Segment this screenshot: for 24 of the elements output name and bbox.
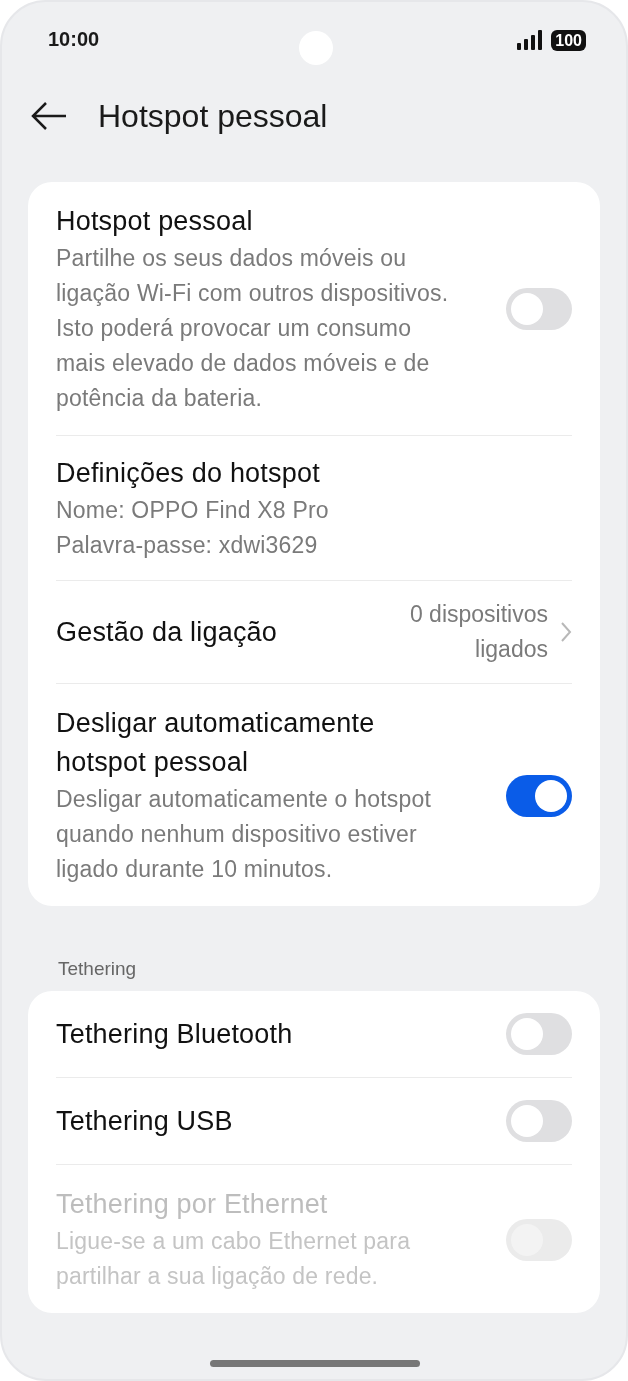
setting-title[interactable]: Gestão da ligação <box>56 612 358 652</box>
page-title: Hotspot pessoal <box>98 97 328 135</box>
setting-description: Desligar automaticamente o hotspot quando nenhum dispositivo estiver ligado durante 10 minutos. <box>56 785 432 884</box>
setting-value: 0 dispositivos ligados <box>408 600 548 664</box>
setting-description: Ligue-se a um cabo Ethernet para partilhar a sua ligação de rede. <box>56 1227 412 1291</box>
setting-title: Desligar automaticamente hotspot pessoal <box>56 707 376 779</box>
toggle-switch[interactable] <box>506 1013 572 1055</box>
toggle-switch[interactable] <box>506 774 572 817</box>
setting-title: Tethering Bluetooth <box>56 1017 294 1051</box>
setting-title: Tethering por Ethernet <box>56 1188 329 1221</box>
chevron-right-icon <box>560 621 572 643</box>
section-label: Tethering <box>57 956 138 981</box>
setting-detail: Nome: OPPO Find X8 Pro <box>56 496 330 525</box>
back-arrow-icon[interactable] <box>30 101 68 131</box>
setting-detail: Palavra-passe: xdwi3629 <box>56 531 319 560</box>
toggle-switch[interactable] <box>506 1100 572 1142</box>
status-time: 10:00 <box>48 27 100 51</box>
setting-title[interactable]: Definições do hotspot <box>56 454 461 493</box>
signal-icon <box>517 30 544 50</box>
toggle-switch[interactable] <box>506 288 572 330</box>
battery-indicator: 100 <box>551 29 586 51</box>
setting-title: Hotspot pessoal <box>56 205 254 238</box>
setting-title: Tethering USB <box>56 1104 234 1138</box>
setting-description: Partilhe os seus dados móveis ou ligação Wi-Fi com outros dispositivos. Isto poderá provocar um consumo mais elevado de dados móveis e de potência da bateria. <box>56 244 450 413</box>
